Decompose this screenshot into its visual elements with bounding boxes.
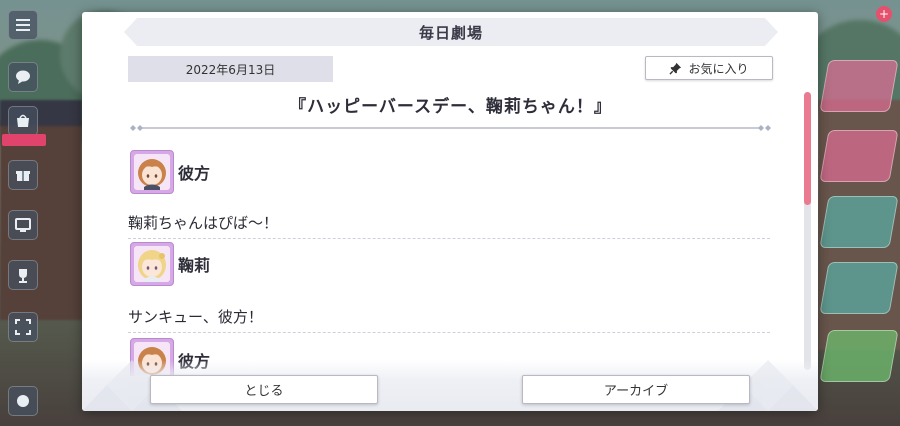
title-divider [130, 125, 771, 131]
right-menu-tile-2[interactable] [819, 130, 899, 182]
menu-icon[interactable] [8, 10, 38, 40]
favorite-button-label: お気に入り [688, 61, 749, 76]
add-currency-icon[interactable]: + [876, 6, 892, 22]
present-icon[interactable] [8, 160, 38, 190]
mari-avatar-icon [130, 242, 174, 286]
chat-icon[interactable] [8, 62, 38, 92]
speaker-row: 鞠莉 [130, 242, 210, 286]
daily-theater-dialog: 毎日劇場 2022年6月13日 お気に入り 『ハッピーバースデー、鞠莉ちゃん！』 [82, 12, 818, 411]
speaker-name: 鞠莉 [178, 256, 211, 275]
entry-divider [128, 238, 770, 239]
close-button[interactable]: とじる [150, 375, 378, 404]
screen-icon[interactable] [8, 210, 38, 240]
episode-title: 『ハッピーバースデー、鞠莉ちゃん！』 [289, 97, 612, 117]
item-icon[interactable] [8, 386, 38, 416]
dialogue-list[interactable]: 彼方 鞠莉ちゃんはぴば〜！ 鞠莉 サンキュー、彼方！ [128, 144, 773, 376]
fullscreen-icon[interactable] [8, 312, 38, 342]
speaker-name: 彼方 [178, 164, 211, 183]
dialogue-line: 鞠莉ちゃんはぴば〜！ [128, 214, 279, 232]
pin-icon [669, 62, 682, 75]
speaker-row: 彼方 [130, 150, 210, 194]
event-badge [2, 134, 46, 146]
right-menu-tile-3[interactable] [819, 196, 899, 248]
right-menu-tile-1[interactable] [819, 60, 899, 112]
right-menu-tile-5[interactable] [819, 330, 899, 382]
kanata-avatar-icon [130, 150, 174, 194]
scrollbar-thumb[interactable] [804, 92, 811, 205]
archive-button[interactable]: アーカイブ [522, 375, 750, 404]
dialog-title: 毎日劇場 [418, 23, 483, 42]
favorite-button[interactable]: お気に入り [645, 56, 773, 80]
shop-icon[interactable] [8, 106, 38, 136]
right-menu-tile-4[interactable] [819, 262, 899, 314]
dialog-title-bar: 毎日劇場 [124, 18, 778, 46]
date-label: 2022年6月13日 [128, 56, 333, 82]
trophy-icon[interactable] [8, 260, 38, 290]
entry-divider [128, 332, 770, 333]
dialogue-line: サンキュー、彼方！ [128, 308, 263, 326]
